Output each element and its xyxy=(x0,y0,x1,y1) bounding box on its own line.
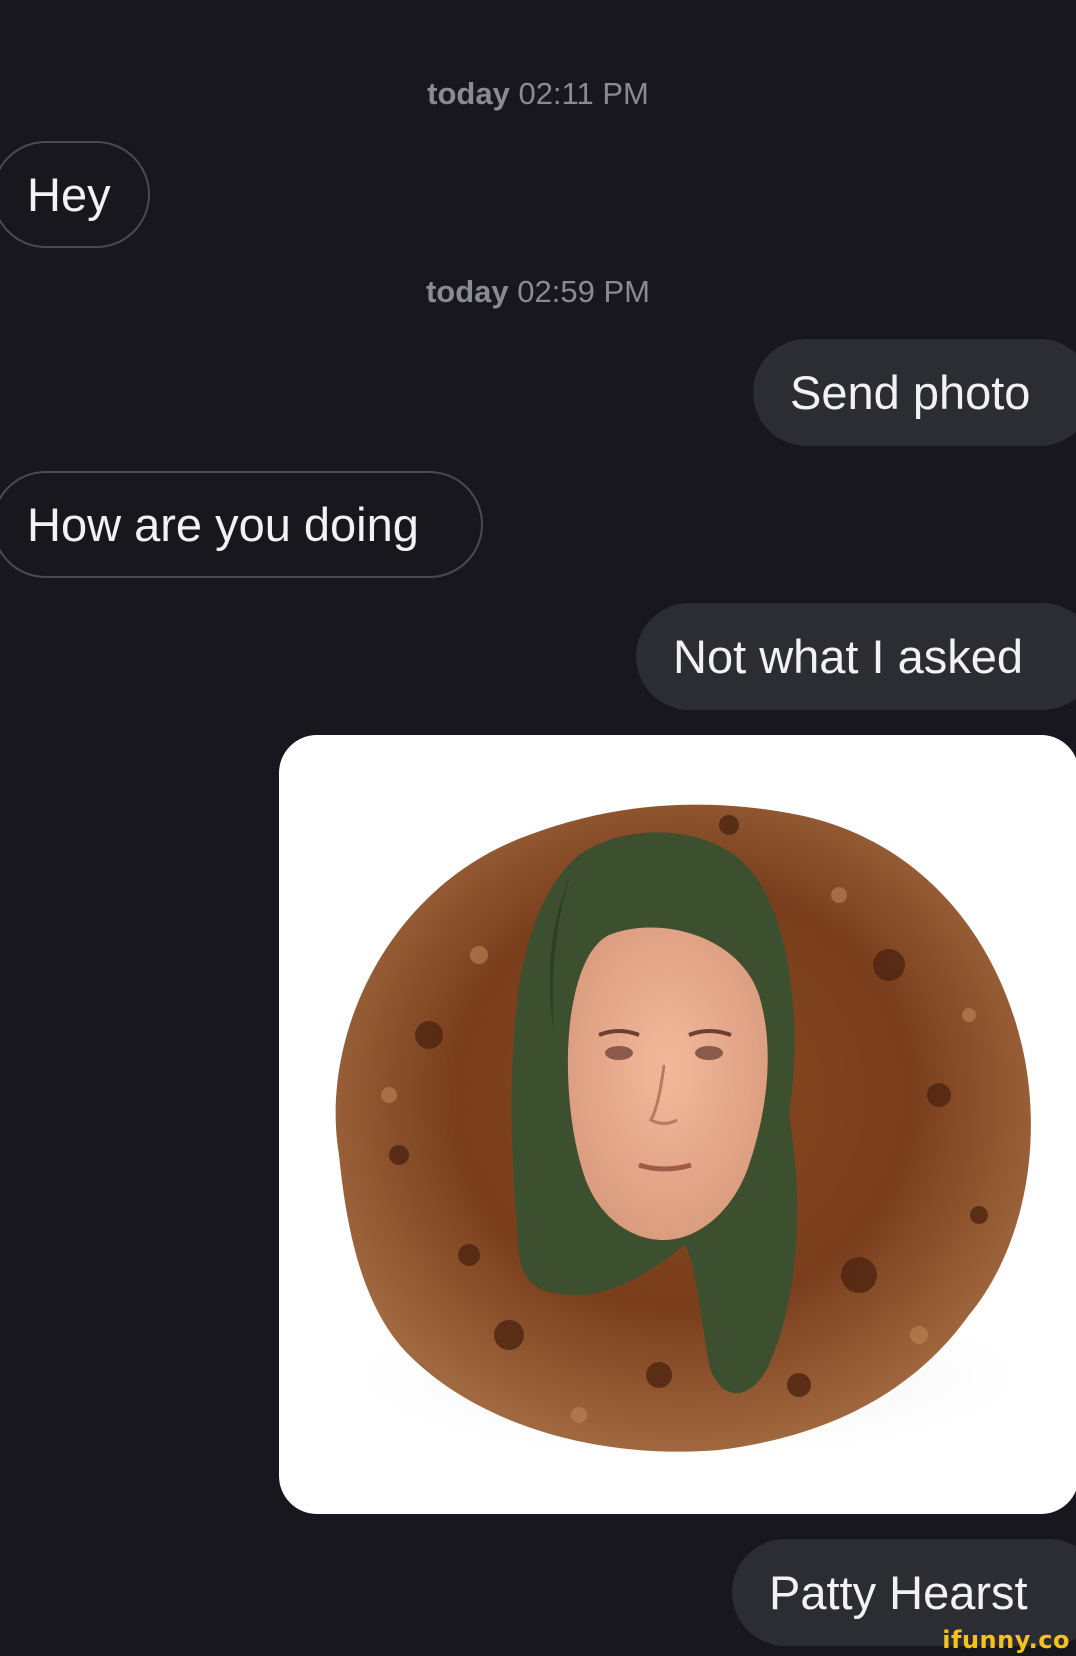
message-text: Patty Hearst xyxy=(769,1566,1028,1619)
message-bubble-incoming[interactable]: How are you doing xyxy=(0,471,483,578)
message-text: Send photo xyxy=(790,366,1031,419)
patty-face-image xyxy=(329,804,1049,1465)
message-text: How are you doing xyxy=(27,498,419,551)
message-text: Not what I asked xyxy=(673,630,1024,683)
timestamp-1: today 02:11 PM xyxy=(0,76,1076,112)
timestamp-2: today 02:59 PM xyxy=(0,274,1076,310)
photo-attachment[interactable] xyxy=(279,735,1076,1514)
message-bubble-incoming[interactable]: Hey xyxy=(0,141,150,248)
timestamp-day: today xyxy=(427,76,510,111)
watermark: ifunny.co xyxy=(942,1626,1070,1654)
timestamp-time: 02:11 PM xyxy=(518,76,649,111)
message-bubble-outgoing[interactable]: Not what I asked xyxy=(636,603,1076,710)
timestamp-time: 02:59 PM xyxy=(517,274,650,309)
message-bubble-outgoing[interactable]: Send photo xyxy=(753,339,1076,446)
message-text: Hey xyxy=(27,168,111,221)
timestamp-day: today xyxy=(425,274,509,309)
